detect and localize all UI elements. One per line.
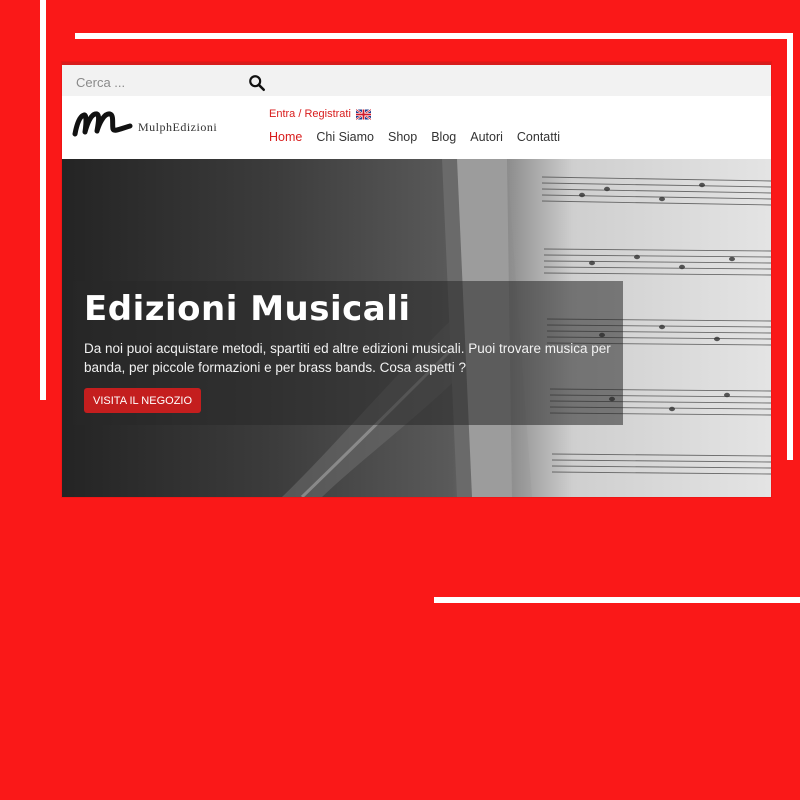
- nav-item-shop[interactable]: Shop: [388, 130, 417, 144]
- nav-item-home[interactable]: Home: [269, 130, 302, 144]
- uk-flag-icon[interactable]: [356, 109, 371, 120]
- search-icon[interactable]: [248, 74, 266, 92]
- decorative-frame-right: [787, 33, 793, 460]
- nav-item-blog[interactable]: Blog: [431, 130, 456, 144]
- main-nav: Home Chi Siamo Shop Blog Autori Contatti: [269, 130, 574, 144]
- search-input[interactable]: [74, 69, 248, 95]
- nav-item-chi-siamo[interactable]: Chi Siamo: [316, 130, 374, 144]
- login-register-link[interactable]: Entra / Registrati: [269, 108, 351, 120]
- decorative-frame-top: [75, 33, 793, 39]
- site-header: MulphEdizioni Entra / Registrati Home Ch…: [62, 96, 771, 159]
- logo-text: MulphEdizioni: [138, 119, 218, 134]
- decorative-line-bottom: [434, 597, 800, 603]
- hero-description: Da noi puoi acquistare metodi, spartiti …: [84, 339, 614, 377]
- hero-banner: Edizioni Musicali Da noi puoi acquistare…: [62, 159, 771, 497]
- logo[interactable]: MulphEdizioni: [72, 105, 232, 141]
- visit-shop-button[interactable]: VISITA IL NEGOZIO: [84, 388, 202, 413]
- nav-item-contatti[interactable]: Contatti: [517, 130, 560, 144]
- hero-overlay-box: Edizioni Musicali Da noi puoi acquistare…: [73, 281, 623, 425]
- nav-item-autori[interactable]: Autori: [470, 130, 503, 144]
- hero-title: Edizioni Musicali: [84, 289, 411, 329]
- website-screenshot: MulphEdizioni Entra / Registrati Home Ch…: [62, 62, 771, 497]
- hero-description-line-2: banda, per piccole formazioni e per bras…: [84, 360, 466, 375]
- hero-description-line-1: Da noi puoi acquistare metodi, spartiti …: [84, 341, 611, 356]
- logo-m-mark: [72, 111, 133, 137]
- decorative-line-left: [40, 0, 46, 400]
- search-bar: [62, 62, 771, 96]
